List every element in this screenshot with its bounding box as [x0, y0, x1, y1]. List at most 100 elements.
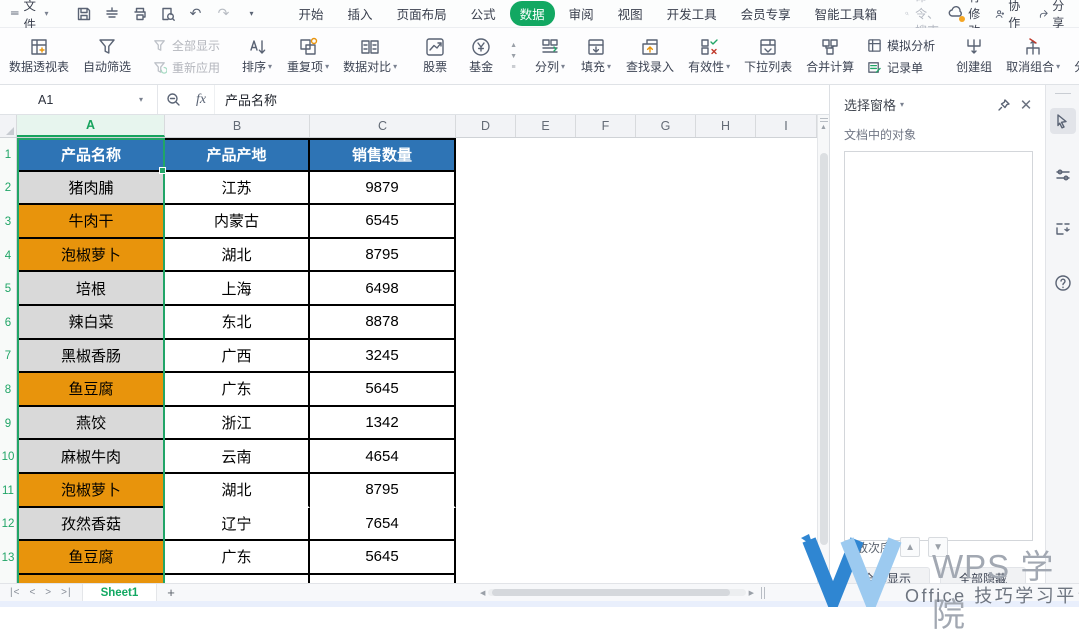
- what-if-analysis-button[interactable]: 模拟分析: [867, 37, 935, 54]
- cell-origin[interactable]: 湖北: [165, 473, 310, 508]
- cell-product[interactable]: 麻椒牛肉: [17, 440, 165, 474]
- row-header[interactable]: 7: [0, 339, 17, 374]
- undo-icon[interactable]: ↶: [187, 5, 205, 23]
- horizontal-scrollbar[interactable]: ◀ ▶: [480, 586, 765, 599]
- cell-product[interactable]: 泡椒萝卜: [17, 238, 165, 273]
- tab-view[interactable]: 视图: [608, 1, 653, 26]
- find-entry-button[interactable]: 查找录入: [619, 32, 681, 80]
- cell-product[interactable]: 鱼豆腐: [17, 373, 165, 407]
- cell-qty[interactable]: 6498: [310, 272, 456, 306]
- help-icon[interactable]: [1050, 270, 1076, 296]
- cell-product[interactable]: 孜然香菇: [17, 507, 165, 542]
- cell-qty[interactable]: 5645: [310, 373, 456, 407]
- file-menu-button[interactable]: 文件 ▾: [0, 0, 57, 32]
- first-sheet-icon[interactable]: |<: [10, 587, 20, 598]
- close-icon[interactable]: ✕: [1017, 96, 1035, 114]
- cell-origin[interactable]: 湖北: [165, 238, 310, 273]
- ungroup-button[interactable]: 取消组合 ▾: [999, 32, 1067, 80]
- stock-button[interactable]: 股票: [412, 32, 458, 80]
- ribbon-scroll-buttons[interactable]: ▲ ▼ ≡: [506, 28, 521, 84]
- move-down-button[interactable]: ▼: [928, 537, 949, 557]
- collaborate-button[interactable]: 协作: [995, 0, 1025, 31]
- record-form-button[interactable]: 记录单: [867, 59, 935, 76]
- cell-qty[interactable]: 7654: [310, 507, 456, 542]
- tab-formulas[interactable]: 公式: [461, 1, 506, 26]
- row-header[interactable]: 8: [0, 373, 17, 407]
- cell-qty[interactable]: 1342: [310, 406, 456, 441]
- cell-origin[interactable]: 内蒙古: [165, 205, 310, 239]
- text-to-columns-button[interactable]: 分列 ▾: [527, 32, 573, 80]
- fund-button[interactable]: 基金: [458, 32, 504, 80]
- last-sheet-icon[interactable]: >|: [61, 587, 71, 598]
- cell-product[interactable]: 辣白菜: [17, 305, 165, 340]
- row-header[interactable]: 14: [0, 574, 17, 583]
- export-icon[interactable]: [103, 5, 121, 23]
- tab-member[interactable]: 会员专享: [731, 1, 801, 26]
- column-header-e[interactable]: E: [516, 115, 576, 137]
- cell-origin[interactable]: 浙江: [165, 406, 310, 441]
- objects-list[interactable]: [844, 151, 1033, 541]
- cell-origin[interactable]: 广东: [165, 373, 310, 407]
- cell-c1[interactable]: 销售数量: [310, 138, 456, 172]
- cell-qty[interactable]: 3245: [310, 339, 456, 374]
- print-icon[interactable]: [131, 5, 149, 23]
- cell-qty[interactable]: 8878: [310, 305, 456, 340]
- cell-qty[interactable]: 9879: [310, 171, 456, 206]
- cell-product[interactable]: 鱼豆腐: [17, 541, 165, 575]
- tab-insert[interactable]: 插入: [338, 1, 383, 26]
- cell-origin[interactable]: 内蒙古: [165, 574, 310, 583]
- cell-b1[interactable]: 产品产地: [165, 138, 310, 172]
- column-header-c[interactable]: C: [310, 115, 456, 137]
- horizontal-scroll-thumb[interactable]: [492, 589, 731, 596]
- subtotal-button[interactable]: 分类汇总: [1067, 32, 1079, 80]
- cell-origin[interactable]: 辽宁: [165, 507, 310, 542]
- fill-button[interactable]: 填充 ▾: [573, 32, 619, 80]
- cell-qty[interactable]: 8795: [310, 238, 456, 273]
- column-header-g[interactable]: G: [636, 115, 696, 137]
- vertical-scroll-thumb[interactable]: [820, 153, 828, 545]
- insert-function-button[interactable]: fx: [188, 85, 214, 114]
- cell-product[interactable]: 猪肉脯: [17, 171, 165, 206]
- column-header-d[interactable]: D: [456, 115, 516, 137]
- column-header-h[interactable]: H: [696, 115, 756, 137]
- cell-product[interactable]: 牛肉干: [17, 205, 165, 239]
- row-header[interactable]: 4: [0, 238, 17, 273]
- row-header[interactable]: 6: [0, 305, 17, 340]
- split-handle[interactable]: [761, 586, 765, 599]
- pivot-table-button[interactable]: 数据透视表: [2, 32, 76, 80]
- tab-developer[interactable]: 开发工具: [657, 1, 727, 26]
- column-header-a[interactable]: A: [17, 115, 165, 137]
- sort-button[interactable]: 排序 ▾: [234, 32, 280, 80]
- cell-qty[interactable]: 6545: [310, 205, 456, 239]
- save-icon[interactable]: [75, 5, 93, 23]
- tab-data[interactable]: 数据: [509, 1, 555, 26]
- validation-button[interactable]: 有效性 ▾: [681, 32, 737, 80]
- show-all-button[interactable]: 全部显示: [152, 37, 220, 54]
- properties-tool-icon[interactable]: [1050, 162, 1076, 188]
- row-header[interactable]: 11: [0, 473, 17, 508]
- next-sheet-icon[interactable]: >: [45, 587, 52, 598]
- row-header[interactable]: 13: [0, 541, 17, 575]
- cell-product[interactable]: 培根: [17, 272, 165, 306]
- pane-dropdown-icon[interactable]: ▾: [900, 100, 904, 109]
- pivot-pane-tool-icon[interactable]: [1050, 216, 1076, 242]
- pin-icon[interactable]: [995, 96, 1013, 114]
- cell-product[interactable]: 燕饺: [17, 406, 165, 441]
- row-header[interactable]: 9: [0, 406, 17, 441]
- row-header[interactable]: 12: [0, 507, 17, 542]
- zoom-formula-icon[interactable]: [158, 85, 188, 114]
- row-header[interactable]: 2: [0, 171, 17, 206]
- vertical-scrollbar[interactable]: ▲: [817, 115, 829, 583]
- dropdown-list-button[interactable]: 下拉列表: [737, 32, 799, 80]
- cell-origin[interactable]: 云南: [165, 440, 310, 474]
- column-header-f[interactable]: F: [576, 115, 636, 137]
- add-sheet-button[interactable]: +: [157, 585, 185, 600]
- cell-product[interactable]: 黑椒香肠: [17, 339, 165, 374]
- select-all-corner[interactable]: [0, 115, 17, 137]
- selection-pane-tool-icon[interactable]: [1049, 108, 1076, 134]
- tab-home[interactable]: 开始: [289, 1, 334, 26]
- share-button[interactable]: 分享: [1039, 0, 1069, 31]
- auto-filter-button[interactable]: 自动筛选: [76, 32, 138, 80]
- split-handle[interactable]: [819, 118, 828, 122]
- row-header[interactable]: 5: [0, 272, 17, 306]
